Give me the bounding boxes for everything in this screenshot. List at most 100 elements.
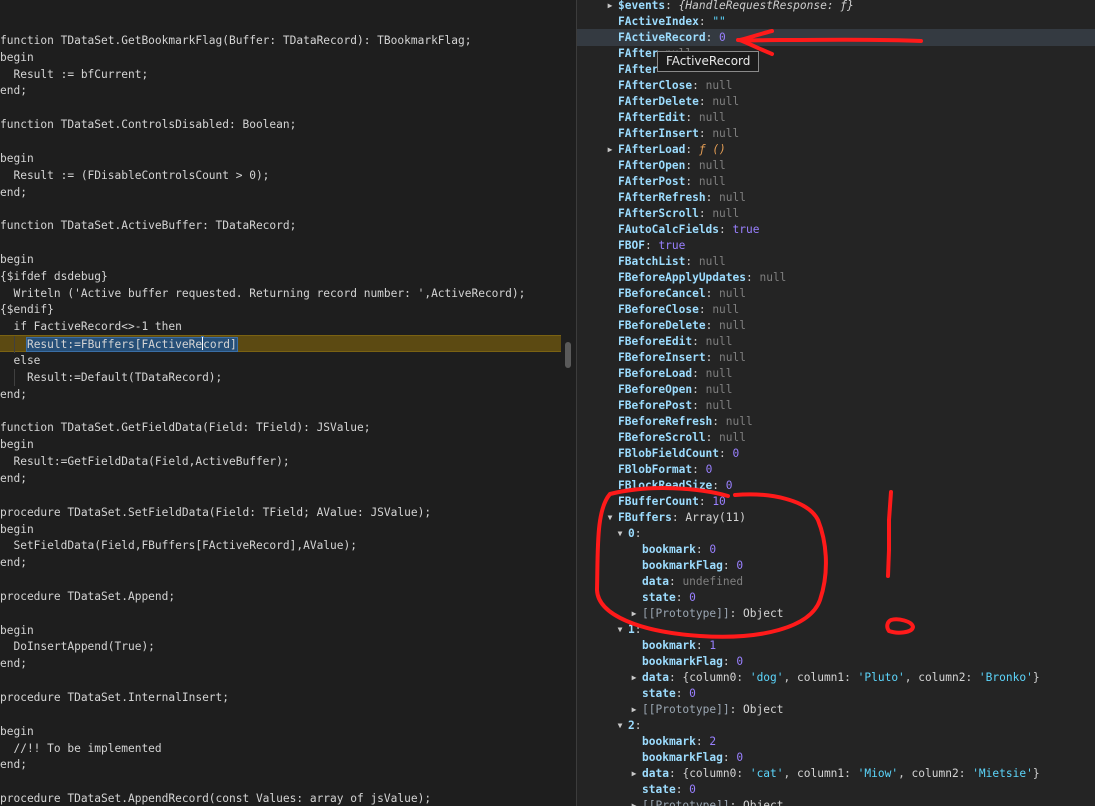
scope-property-row[interactable]: bookmarkFlag: 0 [642, 654, 743, 670]
code-line[interactable] [0, 706, 561, 723]
code-line[interactable]: DoInsertAppend(True); [0, 638, 561, 655]
code-line[interactable]: {$ifdef dsdebug} [0, 268, 561, 285]
code-line[interactable] [0, 605, 561, 622]
scope-property-row[interactable]: FBlockReadSize: 0 [618, 478, 733, 494]
scope-property-row[interactable]: FAfterInsert: null [618, 126, 739, 142]
scope-property-row[interactable]: FBeforeLoad: null [618, 366, 733, 382]
code-line[interactable]: begin [0, 49, 561, 66]
code-line[interactable] [0, 571, 561, 588]
collapsed-triangle-icon[interactable]: ▶ [605, 0, 615, 14]
scope-property-row[interactable]: FAfterOpen: null [618, 158, 726, 174]
scope-property-row[interactable]: bookmark: 1 [642, 638, 716, 654]
scope-property-row[interactable]: FBeforeApplyUpdates: null [618, 270, 786, 286]
scope-property-row[interactable]: $events: {HandleRequestResponse: ƒ} [618, 0, 854, 14]
code-line[interactable]: function TDataSet.ActiveBuffer: TDataRec… [0, 217, 561, 234]
scope-property-row[interactable]: FBufferCount: 10 [618, 494, 726, 510]
code-line[interactable]: begin [0, 436, 561, 453]
code-line[interactable] [0, 200, 561, 217]
code-line[interactable]: procedure TDataSet.AppendRecord(const Va… [0, 790, 561, 806]
code-editor[interactable]: function TDataSet.GetBookmarkFlag(Buffer… [0, 0, 561, 806]
scope-property-row[interactable]: FAfterPost: null [618, 174, 726, 190]
selected-text[interactable]: Result:=FBuffers[FActiveRecord] [25, 337, 238, 353]
scope-property-row[interactable]: data: {column0: 'cat', column1: 'Miow', … [642, 766, 1040, 782]
scope-property-row[interactable]: FAfterLoad: ƒ () [618, 142, 726, 158]
scope-property-row[interactable]: FBeforeScroll: null [618, 430, 746, 446]
scope-property-row[interactable]: FAfterDelete: null [618, 94, 739, 110]
scope-property-row[interactable]: [[Prototype]]: Object [642, 606, 783, 622]
scope-property-row[interactable]: FBeforeDelete: null [618, 318, 746, 334]
collapsed-triangle-icon[interactable]: ▶ [629, 606, 639, 622]
code-line[interactable]: if FactiveRecord<>-1 then [0, 318, 561, 335]
code-line[interactable]: begin [0, 622, 561, 639]
scope-property-row[interactable]: FActiveRecord: 0 [618, 30, 726, 46]
code-line[interactable]: Result := bfCurrent; [0, 66, 561, 83]
code-line[interactable]: end; [0, 554, 561, 571]
scope-property-row[interactable]: bookmark: 2 [642, 734, 716, 750]
code-line[interactable] [0, 15, 561, 32]
code-line[interactable]: Result:=Default(TDataRecord); [0, 368, 561, 386]
scope-property-row[interactable]: FBeforeClose: null [618, 302, 739, 318]
code-line[interactable] [0, 487, 561, 504]
code-line[interactable] [0, 672, 561, 689]
scope-property-row[interactable]: data: undefined [642, 574, 743, 590]
code-line[interactable]: else [0, 352, 561, 369]
scope-property-row[interactable]: 1: [628, 622, 642, 638]
scope-property-row[interactable]: state: 0 [642, 590, 696, 606]
code-line[interactable]: end; [0, 756, 561, 773]
scope-property-row[interactable]: FAutoCalcFields: true [618, 222, 759, 238]
scope-property-row[interactable]: FBatchList: null [618, 254, 726, 270]
collapsed-triangle-icon[interactable]: ▶ [629, 798, 639, 806]
code-line[interactable]: procedure TDataSet.Append; [0, 588, 561, 605]
scope-property-row[interactable]: FAfterScroll: null [618, 206, 739, 222]
scope-property-row[interactable]: FBeforeRefresh: null [618, 414, 753, 430]
collapsed-triangle-icon[interactable]: ▶ [629, 670, 639, 686]
collapsed-triangle-icon[interactable]: ▶ [629, 702, 639, 718]
scope-property-row[interactable]: FBuffers: Array(11) [618, 510, 746, 526]
scope-property-row[interactable]: FBeforePost: null [618, 398, 733, 414]
expanded-triangle-icon[interactable]: ▼ [615, 718, 625, 734]
scope-property-row[interactable]: FAfterRefresh: null [618, 190, 746, 206]
code-line[interactable]: {$endif} [0, 301, 561, 318]
code-line[interactable]: function TDataSet.ControlsDisabled: Bool… [0, 116, 561, 133]
scope-property-row[interactable]: bookmarkFlag: 0 [642, 750, 743, 766]
collapsed-triangle-icon[interactable]: ▶ [629, 766, 639, 782]
expanded-triangle-icon[interactable]: ▼ [605, 510, 615, 526]
scope-property-row[interactable]: FAfterEdit: null [618, 110, 726, 126]
scope-property-row[interactable]: FAfter [618, 62, 658, 78]
code-line[interactable]: end; [0, 386, 561, 403]
scope-property-row[interactable]: bookmarkFlag: 0 [642, 558, 743, 574]
code-line[interactable]: function TDataSet.GetFieldData(Field: TF… [0, 419, 561, 436]
code-line[interactable]: begin [0, 521, 561, 538]
code-line[interactable] [0, 133, 561, 150]
scope-property-row[interactable]: FBeforeEdit: null [618, 334, 733, 350]
scope-property-row[interactable]: FBOF: true [618, 238, 685, 254]
code-line[interactable] [0, 234, 561, 251]
scope-property-row[interactable]: [[Prototype]]: Object [642, 702, 783, 718]
scope-property-row[interactable]: FBeforeInsert: null [618, 350, 746, 366]
editor-scrollbar-thumb[interactable] [565, 342, 571, 368]
scope-property-row[interactable]: FBeforeCancel: null [618, 286, 746, 302]
code-line[interactable]: end; [0, 82, 561, 99]
scope-property-row[interactable]: bookmark: 0 [642, 542, 716, 558]
scope-property-row[interactable]: 2: [628, 718, 642, 734]
code-line[interactable]: begin [0, 251, 561, 268]
code-line[interactable] [0, 403, 561, 420]
scope-property-row[interactable]: FBlobFormat: 0 [618, 462, 712, 478]
code-line[interactable] [0, 773, 561, 790]
scope-property-row[interactable]: FActiveIndex: "" [618, 14, 726, 30]
code-line[interactable]: SetFieldData(Field,FBuffers[FActiveRecor… [0, 537, 561, 554]
collapsed-triangle-icon[interactable]: ▶ [605, 142, 615, 158]
scope-property-row[interactable]: state: 0 [642, 782, 696, 798]
code-line[interactable]: function TDataSet.GetBookmarkFlag(Buffer… [0, 32, 561, 49]
code-line[interactable]: Result:=GetFieldData(Field,ActiveBuffer)… [0, 453, 561, 470]
scope-property-row[interactable]: state: 0 [642, 686, 696, 702]
code-line[interactable]: procedure TDataSet.SetFieldData(Field: T… [0, 504, 561, 521]
editor-scrollbar[interactable] [561, 0, 576, 806]
scope-property-row[interactable]: FBeforeOpen: null [618, 382, 733, 398]
scope-property-row[interactable]: FAfterClose: null [618, 78, 733, 94]
current-code-line[interactable]: Result:=FBuffers[FActiveRecord] [0, 335, 561, 354]
expanded-triangle-icon[interactable]: ▼ [615, 622, 625, 638]
scope-property-row[interactable]: 0: [628, 526, 642, 542]
scope-panel[interactable]: ▶ $events: {HandleRequestResponse: ƒ} FAct… [576, 0, 1095, 806]
code-line[interactable]: end; [0, 655, 561, 672]
